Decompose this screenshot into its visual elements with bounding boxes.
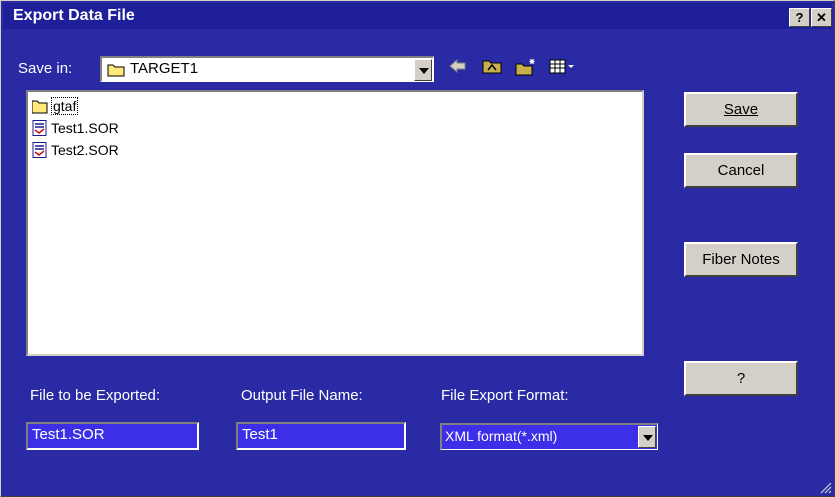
help-title-button[interactable]: ? <box>789 8 810 27</box>
list-item-file[interactable]: Test2.SOR <box>32 140 119 160</box>
save-in-label: Save in: <box>18 60 73 77</box>
save-in-dropdown-button[interactable] <box>414 59 432 81</box>
close-button[interactable]: ✕ <box>811 8 832 27</box>
file-name: Test1.SOR <box>51 120 119 136</box>
window-title: Export Data File <box>13 7 135 24</box>
export-format-select[interactable]: XML format(*.xml) <box>440 423 658 450</box>
new-folder-icon[interactable] <box>515 58 537 76</box>
exported-file-field[interactable]: Test1.SOR <box>26 422 199 450</box>
save-button-label: Save <box>723 101 759 118</box>
folder-icon <box>107 64 125 77</box>
list-item-file[interactable]: Test1.SOR <box>32 118 119 138</box>
file-name: Test2.SOR <box>51 142 119 158</box>
save-in-value: TARGET1 <box>130 60 199 77</box>
back-arrow-icon[interactable] <box>448 58 466 74</box>
resize-grip-icon[interactable] <box>818 480 832 494</box>
export-format-label: File Export Format: <box>441 387 569 404</box>
list-item-folder[interactable]: gtaf <box>32 96 79 116</box>
fiber-notes-button[interactable]: Fiber Notes <box>684 242 798 277</box>
file-list[interactable]: gtaf Test1.SOR Test2.SOR <box>26 90 644 356</box>
cancel-button[interactable]: Cancel <box>684 153 798 188</box>
help-button[interactable]: ? <box>684 361 798 396</box>
exported-label: File to be Exported: <box>30 387 161 404</box>
save-button[interactable]: Save <box>684 92 798 127</box>
output-file-name-input[interactable]: Test1 <box>236 422 406 450</box>
export-dialog: Export Data File ? ✕ Save in: TARGET1 gt… <box>0 0 835 497</box>
export-format-value: XML format(*.xml) <box>445 428 558 444</box>
folder-icon <box>32 100 48 114</box>
title-bar: Export Data File ? ✕ <box>3 3 832 29</box>
up-folder-icon[interactable] <box>482 58 502 74</box>
sor-file-icon <box>32 142 47 158</box>
file-name: gtaf <box>51 97 79 115</box>
view-menu-icon[interactable] <box>549 58 575 74</box>
save-in-combo[interactable]: TARGET1 <box>100 56 434 82</box>
sor-file-icon <box>32 120 47 136</box>
export-format-dropdown-button[interactable] <box>638 426 656 448</box>
output-name-label: Output File Name: <box>241 387 363 404</box>
